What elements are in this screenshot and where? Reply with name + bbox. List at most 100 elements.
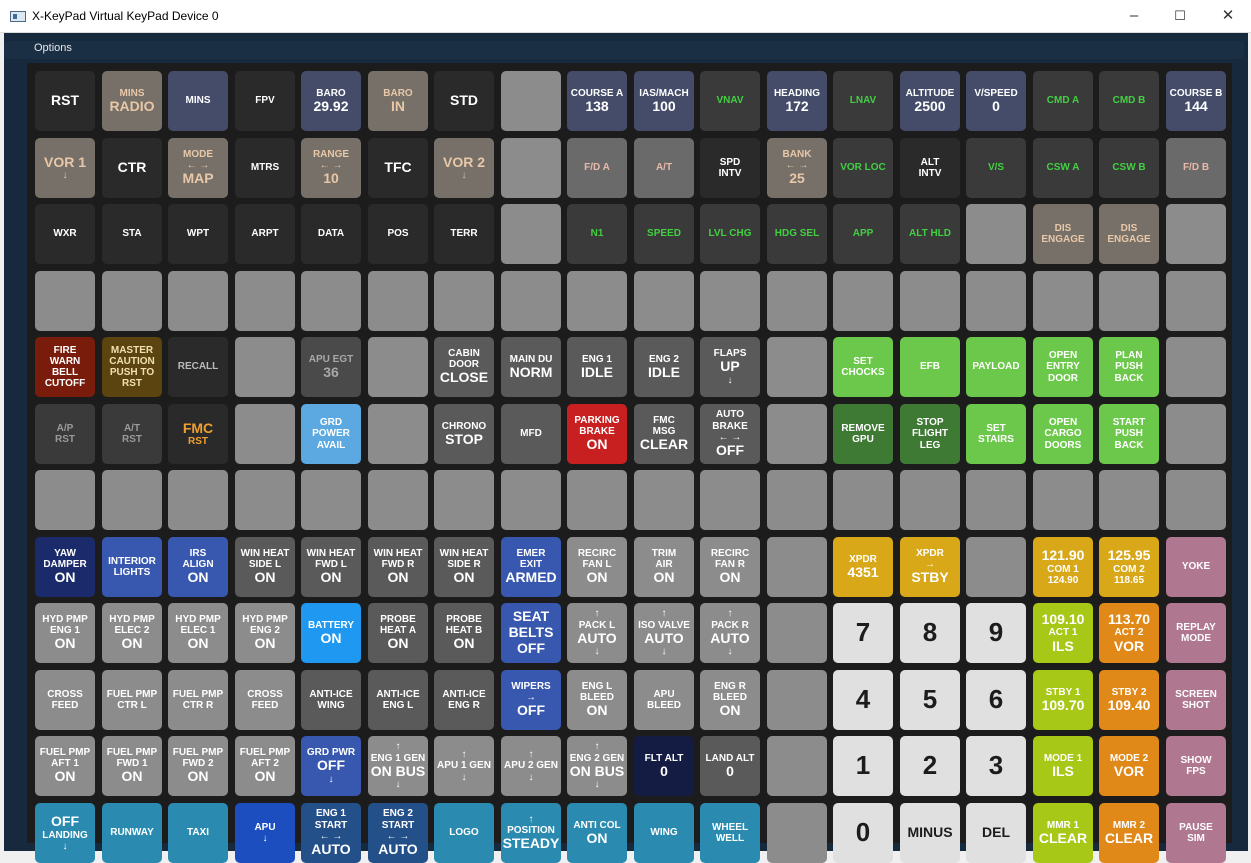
- keypad-key[interactable]: LOGO: [434, 803, 494, 863]
- keypad-key[interactable]: [1166, 204, 1226, 264]
- keypad-key[interactable]: COURSE B 144: [1166, 71, 1226, 131]
- keypad-key[interactable]: RST: [35, 71, 95, 131]
- keypad-key[interactable]: ↑ APU 2 GEN ↓: [501, 736, 561, 796]
- keypad-key[interactable]: CMD A: [1033, 71, 1093, 131]
- keypad-key[interactable]: XPDR 4351: [833, 537, 893, 597]
- keypad-key[interactable]: HYD PMP ENG 2 ON: [235, 603, 295, 663]
- keypad-key[interactable]: [966, 470, 1026, 530]
- keypad-key[interactable]: RECALL: [168, 337, 228, 397]
- keypad-key[interactable]: ↑ ISO VALVE AUTO ↓: [634, 603, 694, 663]
- keypad-key[interactable]: SPEED: [634, 204, 694, 264]
- keypad-key[interactable]: ↑ POSITION STEADY: [501, 803, 561, 863]
- keypad-key[interactable]: LNAV: [833, 71, 893, 131]
- keypad-key[interactable]: [1166, 404, 1226, 464]
- keypad-key[interactable]: [368, 337, 428, 397]
- keypad-key[interactable]: [434, 271, 494, 331]
- keypad-key[interactable]: [501, 138, 561, 198]
- keypad-key[interactable]: [301, 470, 361, 530]
- keypad-key[interactable]: [634, 470, 694, 530]
- keypad-key[interactable]: VOR 1 ↓: [35, 138, 95, 198]
- keypad-key[interactable]: 113.70 ACT 2 VOR: [1099, 603, 1159, 663]
- keypad-key[interactable]: MMR 1 CLEAR: [1033, 803, 1093, 863]
- keypad-key[interactable]: ALT INTV: [900, 138, 960, 198]
- keypad-key[interactable]: IRS ALIGN ON: [168, 537, 228, 597]
- keypad-key[interactable]: CABIN DOOR CLOSE: [434, 337, 494, 397]
- keypad-key[interactable]: WIN HEAT FWD R ON: [368, 537, 428, 597]
- keypad-key[interactable]: ↑ ENG 1 GEN ON BUS ↓: [368, 736, 428, 796]
- keypad-key[interactable]: STOP FLIGHT LEG: [900, 404, 960, 464]
- keypad-key[interactable]: [966, 537, 1026, 597]
- keypad-key[interactable]: FMC MSG CLEAR: [634, 404, 694, 464]
- keypad-key[interactable]: HYD PMP ENG 1 ON: [35, 603, 95, 663]
- keypad-key[interactable]: MMR 2 CLEAR: [1099, 803, 1159, 863]
- keypad-key[interactable]: ↑ PACK R AUTO ↓: [700, 603, 760, 663]
- keypad-key[interactable]: CSW A: [1033, 138, 1093, 198]
- keypad-key[interactable]: [900, 271, 960, 331]
- keypad-key[interactable]: [501, 271, 561, 331]
- keypad-key[interactable]: TERR: [434, 204, 494, 264]
- keypad-key[interactable]: SEAT BELTS OFF: [501, 603, 561, 663]
- keypad-key[interactable]: [235, 337, 295, 397]
- keypad-key[interactable]: [102, 470, 162, 530]
- keypad-key[interactable]: REPLAY MODE: [1166, 603, 1226, 663]
- keypad-key[interactable]: MODE ← → MAP: [168, 138, 228, 198]
- keypad-key[interactable]: SET STAIRS: [966, 404, 1026, 464]
- keypad-key[interactable]: [767, 736, 827, 796]
- keypad-key[interactable]: FUEL PMP CTR R: [168, 670, 228, 730]
- keypad-key[interactable]: OPEN ENTRY DOOR: [1033, 337, 1093, 397]
- keypad-key[interactable]: ENG 2 IDLE: [634, 337, 694, 397]
- keypad-key[interactable]: DEL: [966, 803, 1026, 863]
- keypad-key[interactable]: [368, 470, 428, 530]
- keypad-key[interactable]: [767, 670, 827, 730]
- keypad-key[interactable]: APU BLEED: [634, 670, 694, 730]
- keypad-key[interactable]: WIN HEAT SIDE R ON: [434, 537, 494, 597]
- keypad-key[interactable]: FMC RST: [168, 404, 228, 464]
- keypad-key[interactable]: WIPERS → OFF: [501, 670, 561, 730]
- keypad-key[interactable]: SCREEN SHOT: [1166, 670, 1226, 730]
- keypad-key[interactable]: POS: [368, 204, 428, 264]
- keypad-key[interactable]: START PUSH BACK: [1099, 404, 1159, 464]
- keypad-key[interactable]: WPT: [168, 204, 228, 264]
- keypad-key[interactable]: BARO 29.92: [301, 71, 361, 131]
- keypad-key[interactable]: A/T RST: [102, 404, 162, 464]
- keypad-key[interactable]: [301, 271, 361, 331]
- keypad-key[interactable]: [102, 271, 162, 331]
- keypad-key[interactable]: HEADING 172: [767, 71, 827, 131]
- keypad-key[interactable]: PROBE HEAT A ON: [368, 603, 428, 663]
- keypad-key[interactable]: WIN HEAT SIDE L ON: [235, 537, 295, 597]
- keypad-key[interactable]: [168, 271, 228, 331]
- keypad-key[interactable]: 6: [966, 670, 1026, 730]
- keypad-key[interactable]: [966, 271, 1026, 331]
- keypad-key[interactable]: [434, 470, 494, 530]
- keypad-key[interactable]: MFD: [501, 404, 561, 464]
- keypad-key[interactable]: ANTI COL ON: [567, 803, 627, 863]
- keypad-key[interactable]: COURSE A 138: [567, 71, 627, 131]
- keypad-key[interactable]: [634, 271, 694, 331]
- keypad-key[interactable]: A/P RST: [35, 404, 95, 464]
- keypad-key[interactable]: MINS RADIO: [102, 71, 162, 131]
- keypad-key[interactable]: [900, 470, 960, 530]
- keypad-key[interactable]: FLAPS UP ↓: [700, 337, 760, 397]
- keypad-key[interactable]: ENG 1 IDLE: [567, 337, 627, 397]
- menu-options[interactable]: Options: [34, 42, 72, 54]
- keypad-key[interactable]: [1166, 271, 1226, 331]
- keypad-key[interactable]: [1033, 271, 1093, 331]
- keypad-key[interactable]: IAS/MACH 100: [634, 71, 694, 131]
- keypad-key[interactable]: TRIM AIR ON: [634, 537, 694, 597]
- keypad-key[interactable]: F/D A: [567, 138, 627, 198]
- keypad-key[interactable]: V/S: [966, 138, 1026, 198]
- keypad-key[interactable]: F/D B: [1166, 138, 1226, 198]
- keypad-key[interactable]: XPDR → STBY: [900, 537, 960, 597]
- keypad-key[interactable]: VNAV: [700, 71, 760, 131]
- keypad-key[interactable]: [1166, 337, 1226, 397]
- keypad-key[interactable]: ENG R BLEED ON: [700, 670, 760, 730]
- keypad-key[interactable]: WING: [634, 803, 694, 863]
- keypad-key[interactable]: STA: [102, 204, 162, 264]
- keypad-key[interactable]: [767, 603, 827, 663]
- keypad-key[interactable]: CSW B: [1099, 138, 1159, 198]
- keypad-key[interactable]: MASTER CAUTION PUSH TO RST: [102, 337, 162, 397]
- keypad-key[interactable]: FUEL PMP CTR L: [102, 670, 162, 730]
- keypad-key[interactable]: FIRE WARN BELL CUTOFF: [35, 337, 95, 397]
- keypad-key[interactable]: OPEN CARGO DOORS: [1033, 404, 1093, 464]
- keypad-key[interactable]: EFB: [900, 337, 960, 397]
